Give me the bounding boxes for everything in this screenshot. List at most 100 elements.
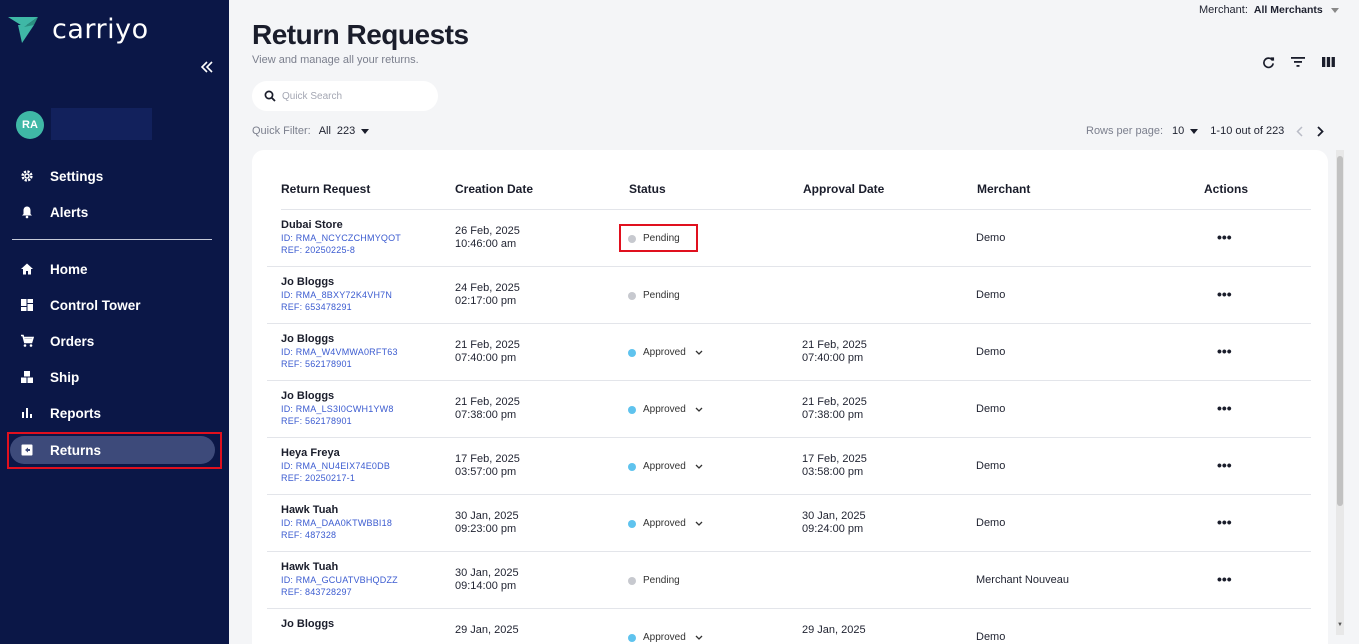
merchant-cell: Demo [976,346,1006,358]
creation-time: 07:38:00 pm [455,409,517,421]
sidebar-item-home[interactable]: Home [10,255,215,283]
creation-date: 17 Feb, 2025 [455,453,520,465]
row-actions-button[interactable]: ••• [1217,229,1232,245]
return-request-cell[interactable]: Hawk Tuah ID: RMA_DAA0KTWBBI18 REF: 4873… [281,504,392,540]
sidebar-item-label: Home [50,261,88,277]
sidebar-divider [12,239,212,240]
scroll-down-arrow-icon[interactable]: ▼ [1336,622,1344,630]
sidebar-item-label: Reports [50,405,102,421]
next-page-icon[interactable] [1314,125,1326,137]
return-ref: REF: 20250217-1 [281,473,356,483]
sidebar-item-reports[interactable]: Reports [10,399,215,427]
row-actions-button[interactable]: ••• [1217,400,1232,416]
table-row[interactable]: Jo Bloggs ID: RMA_LS3I0CWH1YW8 REF: 5621… [267,381,1311,438]
column-header-creation-date[interactable]: Creation Date [455,182,533,196]
avatar[interactable]: RA [16,111,44,139]
creation-time: 10:46:00 am [455,238,517,250]
prev-page-icon[interactable] [1293,125,1305,137]
search-input[interactable] [282,90,422,102]
approval-date-cell: 21 Feb, 2025 07:38:00 pm [802,396,867,422]
table-header: Return Request Creation Date Status Appr… [281,182,1311,210]
collapse-sidebar-icon[interactable] [200,60,216,78]
status-cell[interactable]: Approved [628,518,703,529]
status-cell: Pending [628,575,680,586]
rows-per-page-select[interactable]: 10 [1172,125,1199,137]
return-ref: REF: 487328 [281,530,337,540]
status-cell[interactable]: Approved [628,632,703,643]
chevron-down-icon[interactable] [695,350,703,355]
merchant-selector[interactable]: Merchant: All Merchants [1199,4,1339,16]
return-request-cell[interactable]: Hawk Tuah ID: RMA_GCUATVBHQDZZ REF: 8437… [281,561,398,597]
row-actions-button[interactable]: ••• [1217,571,1232,587]
page-title: Return Requests [252,19,469,50]
sidebar-item-alerts[interactable]: Alerts [10,198,215,226]
status-label: Pending [643,290,680,301]
row-actions-button[interactable]: ••• [1217,343,1232,359]
creation-date: 21 Feb, 2025 [455,396,520,408]
sidebar-item-orders[interactable]: Orders [10,327,215,355]
column-header-status[interactable]: Status [629,182,666,196]
return-request-cell[interactable]: Dubai Store ID: RMA_NCYCZCHMYQOT REF: 20… [281,219,401,255]
column-header-actions: Actions [1204,182,1249,196]
customer-name: Jo Bloggs [281,276,335,288]
return-request-cell[interactable]: Jo Bloggs ID: RMA_8BXY72K4VH7N REF: 6534… [281,276,392,312]
logo[interactable]: carriyo [8,14,149,45]
approval-date-cell: 29 Jan, 2025 [802,624,866,637]
creation-date: 21 Feb, 2025 [455,339,520,351]
columns-icon[interactable] [1320,54,1336,70]
row-actions-button[interactable]: ••• [1217,457,1232,473]
table-row[interactable]: Hawk Tuah ID: RMA_DAA0KTWBBI18 REF: 4873… [267,495,1311,552]
quick-filter-dropdown[interactable]: All 223 [319,125,370,137]
creation-date-cell: 21 Feb, 2025 07:40:00 pm [455,339,520,365]
chevron-down-icon[interactable] [695,464,703,469]
dashboard-icon [19,298,34,313]
status-label: Approved [643,404,686,415]
pending-highlight-box [619,224,698,252]
table-row[interactable]: Jo Bloggs ID: RMA_W4VMWA0RFT63 REF: 5621… [267,324,1311,381]
logo-text: carriyo [52,14,149,45]
return-id: ID: RMA_8BXY72K4VH7N [281,290,393,300]
return-request-cell[interactable]: Jo Bloggs ID: RMA_LS3I0CWH1YW8 REF: 5621… [281,390,394,426]
sidebar-item-control-tower[interactable]: Control Tower [10,291,215,319]
caret-down-icon [1190,128,1199,134]
chevron-down-icon[interactable] [695,635,703,640]
return-request-cell[interactable]: Jo Bloggs ID: RMA_W4VMWA0RFT63 REF: 5621… [281,333,398,369]
column-header-approval-date[interactable]: Approval Date [803,182,884,196]
sidebar-item-ship[interactable]: Ship [10,363,215,391]
merchant-cell: Demo [976,403,1006,415]
customer-name: Hawk Tuah [281,561,339,573]
table-row[interactable]: Heya Freya ID: RMA_NU4EIX74E0DB REF: 202… [267,438,1311,495]
column-header-merchant[interactable]: Merchant [977,182,1030,196]
status-cell[interactable]: Approved [628,404,703,415]
column-header-return-request[interactable]: Return Request [281,182,370,196]
returns-highlight-box [7,432,222,469]
return-request-cell[interactable]: Heya Freya ID: RMA_NU4EIX74E0DB REF: 202… [281,447,390,483]
refresh-icon[interactable] [1260,54,1276,70]
status-dot [628,348,636,357]
scrollbar[interactable] [1336,150,1344,635]
filter-icon[interactable] [1290,54,1306,70]
table-row[interactable]: Dubai Store ID: RMA_NCYCZCHMYQOT REF: 20… [267,210,1311,267]
return-request-cell[interactable]: Jo Bloggs [281,618,334,632]
table-row[interactable]: Jo Bloggs ID: RMA_8BXY72K4VH7N REF: 6534… [267,267,1311,324]
creation-time: 07:40:00 pm [455,352,517,364]
sidebar-item-settings[interactable]: Settings [10,162,215,190]
row-actions-button[interactable]: ••• [1217,286,1232,302]
chevron-down-icon[interactable] [695,521,703,526]
rows-per-page-value: 10 [1172,125,1185,137]
scrollbar-thumb[interactable] [1337,156,1343,506]
row-actions-button[interactable]: ••• [1217,514,1232,530]
status-cell[interactable]: Approved [628,347,703,358]
creation-date: 30 Jan, 2025 [455,567,519,579]
status-cell[interactable]: Approved [628,461,703,472]
merchant-value: All Merchants [1253,4,1323,16]
creation-date-cell: 21 Feb, 2025 07:38:00 pm [455,396,520,422]
search-box[interactable] [252,81,438,111]
sidebar-item-label: Ship [50,369,80,385]
return-id: ID: RMA_W4VMWA0RFT63 [281,347,398,357]
chevron-down-icon[interactable] [695,407,703,412]
merchant-cell: Demo [976,460,1006,472]
table-row[interactable]: Hawk Tuah ID: RMA_GCUATVBHQDZZ REF: 8437… [267,552,1311,609]
search-icon [264,90,276,102]
table-row[interactable]: Jo Bloggs 29 Jan, 2025 Approved 29 Jan, … [267,609,1311,644]
